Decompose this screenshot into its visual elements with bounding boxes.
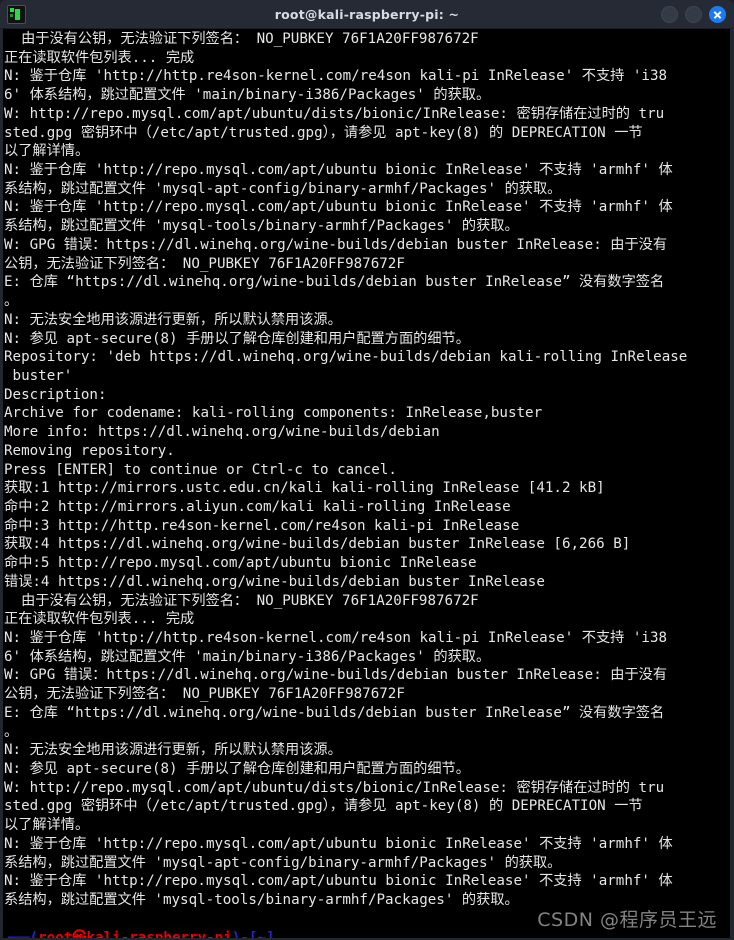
- terminal-line: W: http://repo.mysql.com/apt/ubuntu/dist…: [4, 105, 665, 122]
- terminal-line: W: GPG 错误：https://dl.winehq.org/wine-bui…: [4, 236, 668, 253]
- terminal-line: 系结构，跳过配置文件 'mysql-tools/binary-armhf/Pac…: [4, 892, 519, 909]
- prompt-cwd: ~: [257, 929, 266, 940]
- terminal-line: 6' 体系结构，跳过配置文件 'main/binary-i386/Package…: [4, 87, 491, 104]
- terminal-line: N: 鉴于仓库 'http://http.re4son-kernel.com/r…: [4, 68, 668, 85]
- terminal-line: Description:: [4, 386, 107, 403]
- terminal-line: 由于没有公钥，无法验证下列签名： NO_PUBKEY 76F1A20FF9876…: [4, 592, 479, 609]
- terminal-line: Repository: 'deb https://dl.winehq.org/w…: [4, 349, 688, 366]
- terminal-line: 正在读取软件包列表... 完成: [4, 49, 195, 66]
- terminal-line: 公钥，无法验证下列签名： NO_PUBKEY 76F1A20FF987672F: [4, 686, 405, 703]
- terminal-line: W: GPG 错误：https://dl.winehq.org/wine-bui…: [4, 667, 668, 684]
- terminal-line: 系结构，跳过配置文件 'mysql-apt-config/binary-armh…: [4, 180, 562, 197]
- terminal-line: E: 仓库 “https://dl.winehq.org/wine-builds…: [4, 704, 665, 721]
- terminal-icon: [7, 4, 26, 24]
- terminal-line: 获取:4 https://dl.winehq.org/wine-builds/d…: [4, 536, 631, 553]
- terminal-line: More info: https://dl.winehq.org/wine-bu…: [4, 424, 440, 441]
- terminal-line: 。: [4, 293, 19, 310]
- prompt-line-1: ┌──(root㉿kali-raspberry-pi)-[~]: [4, 929, 730, 940]
- terminal-line: 以了解详情。: [4, 817, 90, 834]
- terminal-line: E: 仓库 “https://dl.winehq.org/wine-builds…: [4, 274, 665, 291]
- prompt-bracket-close: ]: [265, 929, 275, 940]
- terminal-line: 命中:5 http://repo.mysql.com/apt/ubuntu bi…: [4, 555, 477, 572]
- terminal-line: sted.gpg 密钥环中（/etc/apt/trusted.gpg），请参见 …: [4, 798, 643, 815]
- terminal-line: 由于没有公钥，无法验证下列签名： NO_PUBKEY 76F1A20FF9876…: [4, 31, 479, 47]
- terminal-line: 错误:4 https://dl.winehq.org/wine-builds/d…: [4, 573, 545, 590]
- terminal-line: N: 参见 apt-secure(8) 手册以了解仓库创建和用户配置方面的细节。: [4, 330, 470, 347]
- terminal-line: sted.gpg 密钥环中（/etc/apt/trusted.gpg），请参见 …: [4, 124, 643, 141]
- terminal-line: N: 无法安全地用该源进行更新，所以默认禁用该源。: [4, 742, 342, 759]
- terminal-line: 6' 体系结构，跳过配置文件 'main/binary-i386/Package…: [4, 648, 491, 665]
- maximize-button[interactable]: [685, 5, 702, 23]
- terminal-line: W: http://repo.mysql.com/apt/ubuntu/dist…: [4, 779, 665, 796]
- terminal-line: N: 鉴于仓库 'http://repo.mysql.com/apt/ubunt…: [4, 835, 673, 852]
- terminal-body[interactable]: 由于没有公钥，无法验证下列签名： NO_PUBKEY 76F1A20FF9876…: [0, 29, 734, 940]
- terminal-line: 以了解详情。: [4, 143, 90, 160]
- terminal-line: Press [ENTER] to continue or Ctrl-c to c…: [4, 461, 397, 478]
- minimize-button[interactable]: [661, 5, 678, 23]
- terminal-line: N: 参见 apt-secure(8) 手册以了解仓库创建和用户配置方面的细节。: [4, 761, 470, 778]
- terminal-line: 公钥，无法验证下列签名： NO_PUBKEY 76F1A20FF987672F: [4, 255, 405, 272]
- terminal-line: 正在读取软件包列表... 完成: [4, 611, 195, 628]
- terminal-line: Removing repository.: [4, 442, 175, 459]
- terminal-line: N: 鉴于仓库 'http://repo.mysql.com/apt/ubunt…: [4, 199, 673, 216]
- prompt-user: root: [38, 929, 73, 940]
- prompt-host: kali-raspberry-pi: [86, 929, 232, 940]
- terminal-line: 获取:1 http://mirrors.ustc.edu.cn/kali kal…: [4, 480, 605, 497]
- window-titlebar[interactable]: root@kali-raspberry-pi: ~: [0, 0, 734, 29]
- terminal-line: 系结构，跳过配置文件 'mysql-apt-config/binary-armh…: [4, 854, 562, 871]
- window-title: root@kali-raspberry-pi: ~: [274, 6, 460, 22]
- window-controls: [661, 5, 726, 23]
- prompt-paren-open: (: [29, 929, 39, 940]
- prompt-dash: -: [240, 929, 249, 940]
- terminal-line: buster': [4, 367, 73, 384]
- terminal-line: 系结构，跳过配置文件 'mysql-tools/binary-armhf/Pac…: [4, 218, 519, 235]
- terminal-line: 命中:3 http://http.re4son-kernel.com/re4so…: [4, 517, 520, 534]
- terminal-line: 命中:2 http://mirrors.aliyun.com/kali kali…: [4, 498, 511, 515]
- terminal-line: 。: [4, 723, 19, 740]
- terminal-output: 由于没有公钥，无法验证下列签名： NO_PUBKEY 76F1A20FF9876…: [3, 30, 730, 940]
- terminal-line: N: 鉴于仓库 'http://http.re4son-kernel.com/r…: [4, 630, 668, 646]
- prompt-at-icon: ㉿: [72, 929, 87, 940]
- prompt-corner: ┌──: [4, 929, 30, 940]
- terminal-line: N: 鉴于仓库 'http://repo.mysql.com/apt/ubunt…: [4, 162, 673, 179]
- close-button[interactable]: [709, 5, 726, 23]
- terminal-line: Archive for codename: kali-rolling compo…: [4, 405, 543, 422]
- terminal-line: N: 鉴于仓库 'http://repo.mysql.com/apt/ubunt…: [4, 873, 673, 890]
- terminal-line: N: 无法安全地用该源进行更新，所以默认禁用该源。: [4, 311, 342, 328]
- terminal-window: root@kali-raspberry-pi: ~ 由于没有公钥，无法验证下列签…: [0, 0, 734, 940]
